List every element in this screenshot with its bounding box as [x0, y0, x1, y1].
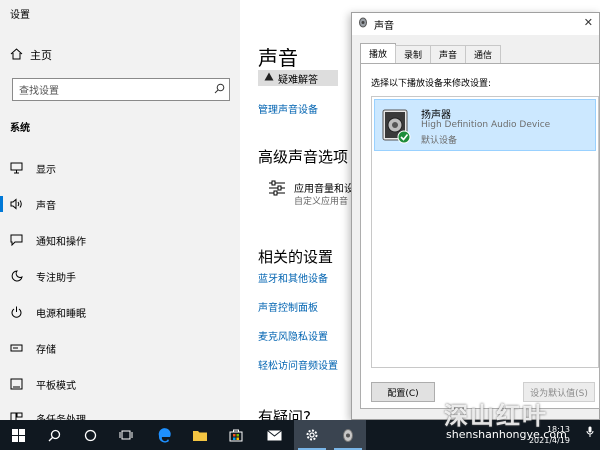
sidebar-item-sound[interactable]: 声音 [0, 190, 240, 218]
sidebar-item-label: 专注助手 [36, 272, 76, 284]
search-icon [209, 83, 229, 97]
device-status: 默认设备 [421, 136, 458, 146]
sidebar-item-label: 存储 [36, 344, 56, 356]
bluetooth-devices-link[interactable]: 蓝牙和其他设备 [258, 270, 328, 285]
dialog-tabs: 播放 录制 声音 通信 [360, 43, 502, 63]
sidebar-item-focus-assist[interactable]: 专注助手 [0, 262, 240, 290]
edge-icon[interactable] [146, 420, 182, 450]
dialog-titlebar[interactable]: 声音 ✕ [352, 13, 599, 35]
troubleshoot-button[interactable]: 疑难解答 [258, 70, 338, 86]
tab-sounds[interactable]: 声音 [430, 45, 467, 63]
sidebar-item-tablet-mode[interactable]: 平板模式 [0, 370, 240, 398]
app-volume-title[interactable]: 应用音量和设 [294, 180, 354, 195]
tablet-icon [10, 378, 36, 390]
search-icon[interactable] [36, 420, 72, 450]
sidebar-item-label: 电源和睡眠 [36, 308, 86, 320]
sound-dialog: 声音 ✕ 播放 录制 声音 通信 选择以下播放设备来修改设置: 扬声器 High… [351, 12, 600, 420]
search-placeholder: 查找设置 [19, 86, 59, 97]
configure-button[interactable]: 配置(C) [371, 382, 435, 402]
watermark-url: shenshanhongye.com [446, 428, 567, 441]
store-icon[interactable] [218, 420, 254, 450]
window-title: 设置 [10, 10, 30, 21]
search-input[interactable]: 查找设置 [12, 78, 230, 101]
sound-app-icon[interactable] [330, 420, 366, 450]
manage-sound-devices-link[interactable]: 管理声音设备 [258, 101, 318, 116]
page-title: 声音 [258, 46, 298, 70]
monitor-icon [10, 162, 36, 174]
tab-recording[interactable]: 录制 [395, 45, 432, 63]
sidebar-item-display[interactable]: 显示 [0, 154, 240, 182]
notification-icon [10, 234, 36, 246]
warning-icon [264, 72, 274, 84]
advanced-sound-heading: 高级声音选项 [258, 148, 349, 166]
tab-playback[interactable]: 播放 [360, 43, 397, 63]
file-explorer-icon[interactable] [182, 420, 218, 450]
nav-group-label: 系统 [10, 123, 30, 134]
microphone-privacy-link[interactable]: 麦克风隐私设置 [258, 328, 328, 343]
playback-panel: 选择以下播放设备来修改设置: 扬声器 High Definition Audio… [360, 63, 600, 409]
speaker-device-icon [381, 108, 411, 144]
settings-icon[interactable] [294, 420, 330, 450]
playback-device-list[interactable]: 扬声器 High Definition Audio Device 默认设备 [371, 96, 599, 368]
related-settings-heading: 相关的设置 [258, 248, 334, 266]
speaker-icon [10, 198, 36, 210]
cortana-icon[interactable] [72, 420, 108, 450]
ease-of-access-audio-link[interactable]: 轻松访问音频设置 [258, 357, 338, 372]
device-description: High Definition Audio Device [421, 120, 551, 130]
device-list-item[interactable]: 扬声器 High Definition Audio Device 默认设备 [374, 99, 596, 151]
device-name: 扬声器 [421, 110, 451, 121]
mail-icon[interactable] [256, 420, 292, 450]
windows-start-icon[interactable] [0, 420, 36, 450]
moon-icon [10, 270, 36, 282]
sidebar-item-notifications[interactable]: 通知和操作 [0, 226, 240, 254]
app-volume-subtitle: 自定义应用音 [294, 197, 349, 207]
settings-sidebar: 设置 主页 查找设置 系统 显示 声音 通知和操作 专注助手 电源和睡眠 存储 … [0, 0, 240, 426]
tab-communications[interactable]: 通信 [465, 45, 502, 63]
task-view-icon[interactable] [108, 420, 144, 450]
sidebar-item-power[interactable]: 电源和睡眠 [0, 298, 240, 326]
home-label: 主页 [30, 49, 52, 62]
watermark-text: 深山红叶 [444, 402, 548, 430]
sidebar-item-label: 通知和操作 [36, 236, 86, 248]
storage-icon [10, 342, 36, 354]
close-icon[interactable]: ✕ [584, 16, 593, 29]
sidebar-item-label: 显示 [36, 164, 56, 176]
power-icon [10, 306, 36, 318]
troubleshoot-label: 疑难解答 [278, 74, 318, 86]
speaker-app-icon [358, 17, 368, 31]
sliders-icon [268, 180, 286, 196]
home-nav-item[interactable]: 主页 [10, 46, 52, 64]
sidebar-item-label: 声音 [36, 200, 56, 212]
sidebar-item-label: 平板模式 [36, 380, 76, 392]
sidebar-item-storage[interactable]: 存储 [0, 334, 240, 362]
instruction-text: 选择以下播放设备来修改设置: [371, 79, 492, 89]
dialog-title: 声音 [374, 20, 394, 32]
home-icon [10, 47, 30, 63]
sound-control-panel-link[interactable]: 声音控制面板 [258, 299, 318, 314]
